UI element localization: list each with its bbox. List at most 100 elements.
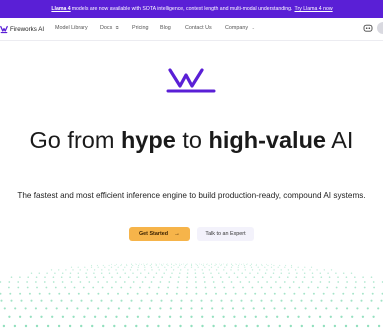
decor-dot (277, 266, 279, 268)
nav-pricing[interactable]: Pricing (132, 25, 148, 31)
decor-dot (280, 272, 283, 274)
decor-dot (345, 286, 347, 289)
talk-to-expert-button[interactable]: Talk to an Expert (197, 227, 254, 241)
nav-company[interactable]: Company ⌄ (225, 25, 255, 31)
decor-dot (101, 286, 104, 289)
decor-dot (203, 281, 206, 283)
decor-dot (144, 276, 147, 278)
decor-dot (272, 272, 275, 274)
decor-dot (215, 263, 216, 265)
hero-subtitle: The fastest and most efficient inference… (17, 191, 366, 200)
decor-dot (253, 276, 256, 278)
decor-dot (180, 269, 182, 271)
decor-dot (79, 269, 81, 271)
decor-dot (168, 281, 171, 283)
decor-dot (187, 269, 189, 271)
decor-dot (26, 286, 29, 289)
decor-dot (159, 263, 160, 265)
decor-dot (19, 292, 22, 295)
decor-dot (20, 299, 23, 302)
banner-cta-link[interactable]: Try Llama 4 now (294, 6, 332, 12)
decor-dot (167, 264, 169, 267)
decor-dot (363, 281, 366, 283)
decor-dot (58, 269, 60, 271)
decor-dot (261, 264, 263, 267)
decor-dot (117, 307, 120, 310)
decor-dot (140, 263, 143, 265)
decor-dot (363, 286, 366, 289)
decor-dot (275, 281, 277, 283)
decor-dot (245, 263, 248, 265)
decor-dot (204, 266, 206, 268)
decor-dot (54, 286, 57, 289)
decor-dot (251, 286, 254, 289)
decor-dot (304, 266, 306, 268)
decor-dot (311, 324, 315, 328)
get-started-label: Get Started (138, 231, 169, 237)
decor-dot (141, 281, 144, 283)
decor-dot (128, 307, 131, 310)
decor-dot (300, 324, 303, 328)
discord-icon[interactable] (363, 23, 373, 33)
decor-dot (238, 264, 240, 267)
decor-dot (140, 272, 142, 274)
decor-dot (68, 292, 71, 295)
decor-dot (328, 281, 331, 283)
decor-dot (179, 264, 181, 267)
decor-dot (333, 324, 337, 328)
decor-dot (86, 276, 88, 278)
decor-dot (127, 276, 130, 278)
nav-model-library[interactable]: Model Library (55, 25, 88, 31)
decor-dot (280, 269, 282, 271)
decor-dot (243, 315, 247, 318)
decor-dot (88, 281, 91, 283)
decor-dot (224, 266, 226, 268)
decor-dot (124, 272, 126, 274)
decor-dot (48, 292, 51, 295)
decor-dot (72, 269, 74, 271)
decor-dot (335, 272, 337, 274)
decor-dot (28, 292, 31, 295)
decor-dot (310, 266, 313, 268)
decor-dot (119, 276, 122, 278)
decor-dot (8, 315, 11, 318)
decor-dot (117, 266, 119, 268)
decor-dot (330, 269, 333, 271)
decor-dot (144, 269, 146, 271)
decor-dot (80, 299, 83, 302)
decor-dot (2, 324, 6, 328)
nav-blog[interactable]: Blog (160, 25, 171, 31)
decor-dot (273, 269, 275, 271)
decor-dot (54, 272, 56, 274)
decor-dot (259, 269, 261, 271)
decor-dot (235, 263, 238, 265)
decor-dot (270, 286, 273, 289)
get-started-button[interactable]: Get Started → (129, 227, 190, 241)
decor-dot (161, 264, 163, 267)
nav-contact-us[interactable]: Contact Us (185, 25, 212, 31)
decor-dot (201, 324, 204, 328)
decor-dot (250, 266, 253, 268)
decor-dot (220, 264, 222, 267)
decor-dot (171, 272, 173, 274)
brand-logo[interactable]: Fireworks AI (0, 23, 44, 35)
decor-dot (340, 299, 343, 302)
decor-dot (38, 292, 41, 295)
decor-dot (279, 286, 282, 289)
decor-dot (61, 281, 64, 283)
decor-dot (345, 276, 348, 278)
decor-dot (200, 307, 203, 310)
banner-link[interactable]: Llama 4 (51, 6, 70, 12)
decor-dot (234, 324, 237, 328)
decor-dot (340, 315, 343, 318)
decor-dot (319, 281, 322, 283)
decor-dot (310, 299, 313, 302)
decor-dot (110, 266, 113, 268)
decor-dot (240, 299, 243, 302)
account-avatar[interactable] (377, 22, 383, 34)
decor-dot (179, 324, 182, 328)
nav-docs[interactable]: Docs ⧉ (100, 25, 119, 31)
decor-dot (97, 292, 100, 295)
decor-dot (147, 315, 150, 318)
decor-dot (202, 272, 204, 274)
